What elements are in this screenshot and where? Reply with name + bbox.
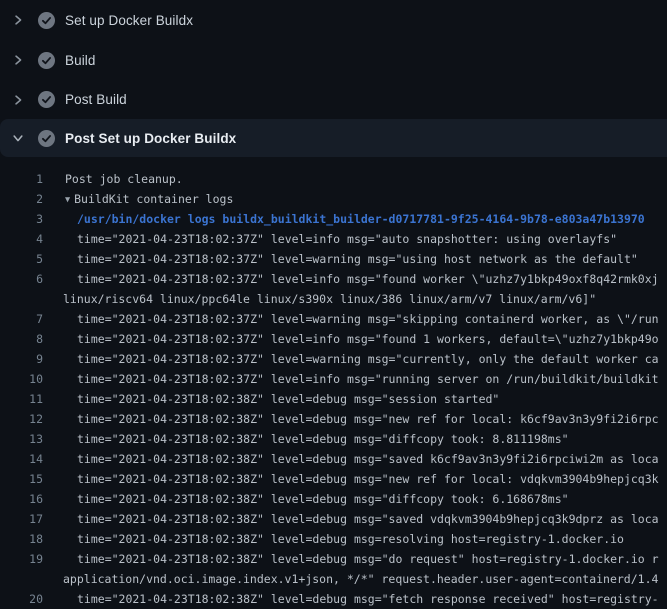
log-line-number[interactable]: 9 <box>0 352 43 366</box>
log-line-number[interactable]: 18 <box>0 532 43 546</box>
log-line-text: application/vnd.oci.image.index.v1+json,… <box>63 572 658 586</box>
log-line: 4 time="2021-04-23T18:02:37Z" level=info… <box>0 229 667 249</box>
log-line-text: time="2021-04-23T18:02:38Z" level=debug … <box>77 552 659 566</box>
log-line-text: ▼ BuildKit container logs <box>65 192 233 206</box>
step-row-set-up-docker-buildx[interactable]: Set up Docker Buildx <box>0 0 667 40</box>
log-line-number[interactable]: 13 <box>0 432 43 446</box>
log-line-number[interactable]: 20 <box>0 592 43 606</box>
log-line: 3 /usr/bin/docker logs buildx_buildkit_b… <box>0 209 667 229</box>
log-line: 17 time="2021-04-23T18:02:38Z" level=deb… <box>0 509 667 529</box>
log-line-text: time="2021-04-23T18:02:38Z" level=debug … <box>77 592 659 606</box>
log-line: 12 time="2021-04-23T18:02:38Z" level=deb… <box>0 409 667 429</box>
log-line-text: time="2021-04-23T18:02:38Z" level=debug … <box>77 492 569 506</box>
log-line-text: time="2021-04-23T18:02:37Z" level=info m… <box>77 372 659 386</box>
log-line: 15 time="2021-04-23T18:02:38Z" level=deb… <box>0 469 667 489</box>
chevron-right-icon <box>12 94 24 106</box>
log-line: 11 time="2021-04-23T18:02:38Z" level=deb… <box>0 389 667 409</box>
chevron-right-icon <box>12 14 24 26</box>
log-line-number[interactable]: 14 <box>0 452 43 466</box>
log-line: 18 time="2021-04-23T18:02:38Z" level=deb… <box>0 529 667 549</box>
log-line: 7 time="2021-04-23T18:02:37Z" level=warn… <box>0 309 667 329</box>
step-row-post-set-up-docker-buildx[interactable]: Post Set up Docker Buildx <box>0 119 667 157</box>
step-log-viewer: 1 Post job cleanup. 2 ▼ BuildKit containe… <box>0 157 667 609</box>
log-line-number[interactable]: 4 <box>0 232 43 246</box>
step-title: Post Build <box>65 92 127 107</box>
log-line-number[interactable]: 19 <box>0 552 43 566</box>
log-line-text: time="2021-04-23T18:02:38Z" level=debug … <box>77 432 569 446</box>
log-line-number[interactable]: 3 <box>0 212 43 226</box>
step-row-build[interactable]: Build <box>0 40 667 80</box>
job-steps-list: Set up Docker Buildx Build Post Build Po… <box>0 0 667 157</box>
log-line: 20 time="2021-04-23T18:02:38Z" level=deb… <box>0 589 667 609</box>
step-title: Build <box>65 53 96 68</box>
log-line-number[interactable]: 12 <box>0 412 43 426</box>
log-line: 13 time="2021-04-23T18:02:38Z" level=deb… <box>0 429 667 449</box>
chevron-right-icon <box>12 54 24 66</box>
check-circle-icon <box>38 130 55 147</box>
log-line-text: time="2021-04-23T18:02:37Z" level=info m… <box>77 232 617 246</box>
log-line-text: time="2021-04-23T18:02:38Z" level=debug … <box>77 472 659 486</box>
log-line: 19 time="2021-04-23T18:02:38Z" level=deb… <box>0 549 667 569</box>
log-line-number[interactable]: 8 <box>0 332 43 346</box>
log-line-text: time="2021-04-23T18:02:37Z" level=warnin… <box>77 312 659 326</box>
log-line: 10 time="2021-04-23T18:02:37Z" level=inf… <box>0 369 667 389</box>
log-line-number[interactable]: 2 <box>0 192 43 206</box>
chevron-down-icon <box>12 132 24 144</box>
log-line-number[interactable]: 10 <box>0 372 43 386</box>
log-line-number[interactable]: 17 <box>0 512 43 526</box>
log-line-text: /usr/bin/docker logs buildx_buildkit_bui… <box>77 212 645 226</box>
log-line-text: time="2021-04-23T18:02:38Z" level=debug … <box>77 512 659 526</box>
log-line-text: time="2021-04-23T18:02:38Z" level=debug … <box>77 532 624 546</box>
log-line: linux/riscv64 linux/ppc64le linux/s390x … <box>0 289 667 309</box>
step-row-post-build[interactable]: Post Build <box>0 80 667 119</box>
log-line: 5 time="2021-04-23T18:02:37Z" level=warn… <box>0 249 667 269</box>
log-line-number[interactable]: 15 <box>0 472 43 486</box>
check-circle-icon <box>38 12 55 29</box>
check-circle-icon <box>38 91 55 108</box>
log-line-number[interactable]: 11 <box>0 392 43 406</box>
check-circle-icon <box>38 52 55 69</box>
log-line-number[interactable]: 7 <box>0 312 43 326</box>
step-title: Set up Docker Buildx <box>65 13 193 28</box>
log-line: 9 time="2021-04-23T18:02:37Z" level=warn… <box>0 349 667 369</box>
step-title: Post Set up Docker Buildx <box>65 131 236 146</box>
log-line-text: time="2021-04-23T18:02:37Z" level=info m… <box>77 332 659 346</box>
log-line-text: linux/riscv64 linux/ppc64le linux/s390x … <box>63 292 596 306</box>
log-line-text: time="2021-04-23T18:02:37Z" level=info m… <box>77 272 659 286</box>
log-line-number[interactable]: 5 <box>0 252 43 266</box>
log-line: 6 time="2021-04-23T18:02:37Z" level=info… <box>0 269 667 289</box>
log-line-text: time="2021-04-23T18:02:38Z" level=debug … <box>77 392 499 406</box>
triangle-down-icon[interactable]: ▼ <box>65 195 70 205</box>
log-line-text: time="2021-04-23T18:02:37Z" level=warnin… <box>77 352 659 366</box>
log-line: 8 time="2021-04-23T18:02:37Z" level=info… <box>0 329 667 349</box>
log-line-text: time="2021-04-23T18:02:38Z" level=debug … <box>77 452 659 466</box>
log-line: 2 ▼ BuildKit container logs <box>0 189 667 209</box>
log-line-number[interactable]: 16 <box>0 492 43 506</box>
log-line: 1 Post job cleanup. <box>0 169 667 189</box>
log-line-text: time="2021-04-23T18:02:37Z" level=warnin… <box>77 252 638 266</box>
log-line-number[interactable]: 1 <box>0 172 43 186</box>
log-line: 16 time="2021-04-23T18:02:38Z" level=deb… <box>0 489 667 509</box>
log-line: application/vnd.oci.image.index.v1+json,… <box>0 569 667 589</box>
log-line-number[interactable]: 6 <box>0 272 43 286</box>
log-line-text: time="2021-04-23T18:02:38Z" level=debug … <box>77 412 659 426</box>
log-line-text: Post job cleanup. <box>65 172 183 186</box>
log-line: 14 time="2021-04-23T18:02:38Z" level=deb… <box>0 449 667 469</box>
log-group-label[interactable]: BuildKit container logs <box>74 192 233 206</box>
